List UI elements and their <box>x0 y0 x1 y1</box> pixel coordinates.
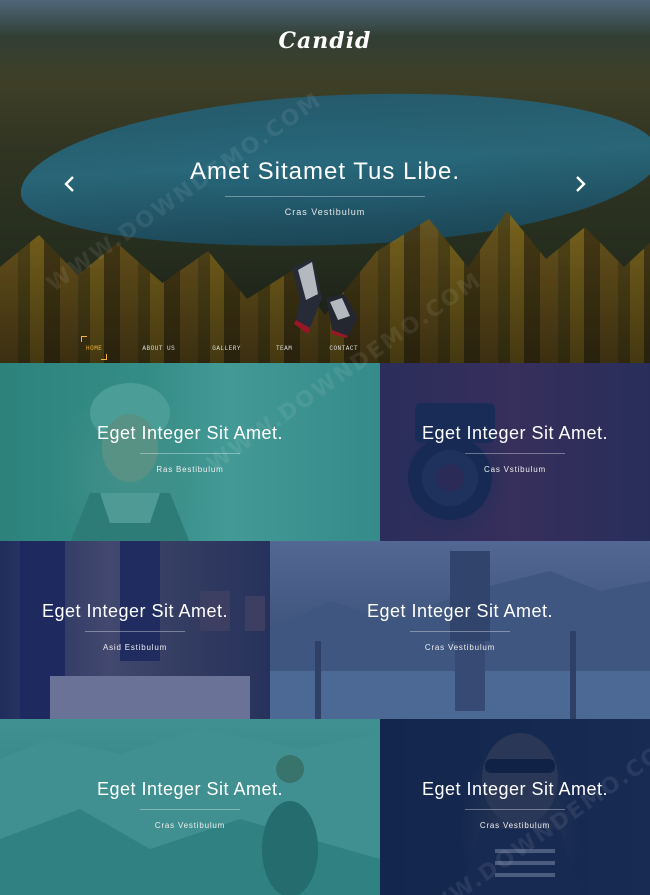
tile-subtitle: Cras Vestibulum <box>424 643 496 652</box>
site-logo[interactable]: Candid <box>0 28 650 54</box>
hero-title: Amet Sitamet Tus Libe. <box>189 158 461 185</box>
tile-tint <box>270 541 650 719</box>
nav-item-about[interactable]: ABOUT US <box>142 343 175 354</box>
tile-subtitle: Ras Bestibulum <box>156 465 224 474</box>
chevron-right-icon[interactable] <box>570 172 590 196</box>
tile-title: Eget Integer Sit Amet. <box>421 423 609 443</box>
tile-tint <box>0 541 270 719</box>
tile-divider <box>140 809 240 810</box>
tile-divider <box>465 809 565 810</box>
tile-divider <box>85 631 185 632</box>
tile-subtitle: Cras Vestibulum <box>154 821 226 830</box>
main-nav: HOME ABOUT US GALLERY TEAM CONTACT <box>80 336 358 360</box>
tile-title: Eget Integer Sit Amet. <box>96 423 284 443</box>
chevron-left-icon[interactable] <box>60 172 80 196</box>
hero-slider: Candid Amet Sitamet Tus Libe. Cras Vesti… <box>0 0 650 363</box>
tile-tint <box>0 719 380 895</box>
tile-divider <box>465 453 565 454</box>
nav-item-gallery[interactable]: GALLERY <box>212 343 241 354</box>
tile-tint <box>380 363 650 541</box>
tile-subtitle: Cas Vstibulum <box>484 465 546 474</box>
tile-subtitle: Asid Estibulum <box>102 643 168 652</box>
nav-item-team[interactable]: TEAM <box>276 343 292 354</box>
hero-subtitle: Cras Vestibulum <box>284 207 366 217</box>
tile-title: Eget Integer Sit Amet. <box>41 601 229 621</box>
gallery-tile[interactable]: Eget Integer Sit Amet. Asid Estibulum <box>0 541 270 719</box>
gallery-tile[interactable]: Eget Integer Sit Amet. Cras Vestibulum <box>0 719 380 895</box>
tile-title: Eget Integer Sit Amet. <box>96 779 284 799</box>
hero-divider <box>225 196 425 197</box>
gallery-tile[interactable]: Eget Integer Sit Amet. Cras Vestibulum <box>270 541 650 719</box>
tile-title: Eget Integer Sit Amet. <box>366 601 554 621</box>
tile-divider <box>410 631 510 632</box>
tile-subtitle: Cras Vestibulum <box>479 821 551 830</box>
gallery-tile[interactable]: Eget Integer Sit Amet. Cas Vstibulum <box>380 363 650 541</box>
nav-item-home[interactable]: HOME <box>80 336 108 360</box>
